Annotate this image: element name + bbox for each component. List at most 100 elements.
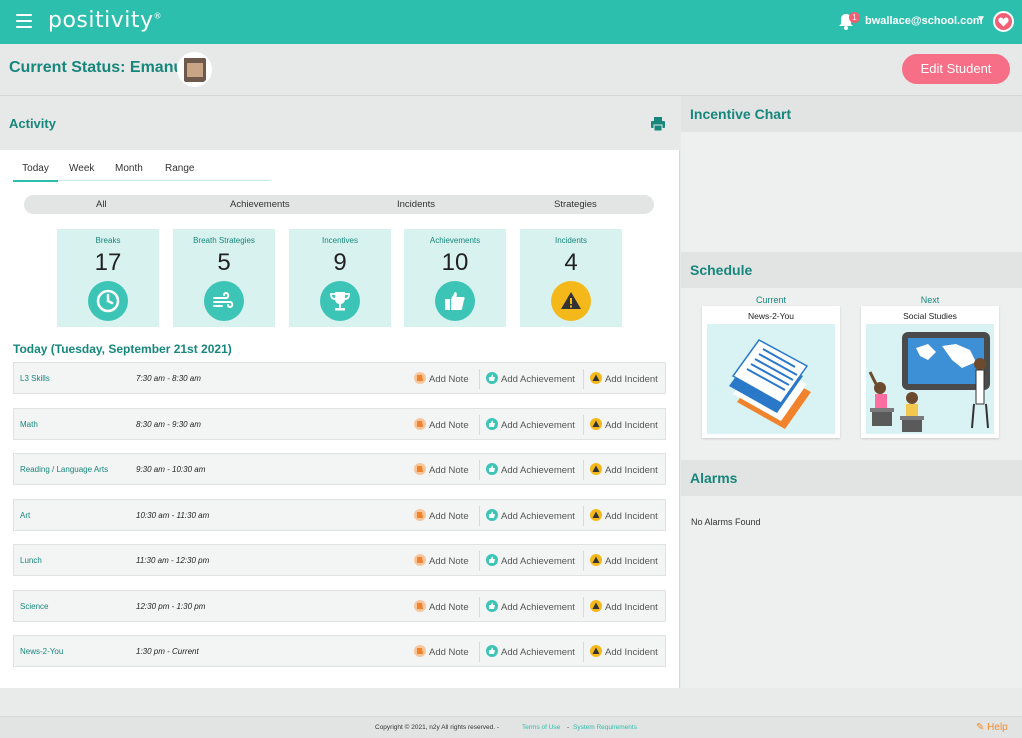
- add-incident-button[interactable]: Add Incident: [590, 599, 658, 614]
- add-note-label: Add Note: [429, 419, 469, 431]
- terms-link[interactable]: Terms of Use: [522, 724, 560, 731]
- schedule-row: L3 Skills 7:30 am - 8:30 am Add Note Add Ac…: [13, 362, 666, 394]
- student-avatar: [177, 52, 212, 87]
- stat-card-incidents[interactable]: Incidents 4: [520, 229, 622, 327]
- row-class-name[interactable]: Art: [20, 511, 30, 520]
- row-class-name[interactable]: Reading / Language Arts: [20, 465, 108, 474]
- add-note-button[interactable]: Add Note: [414, 463, 469, 477]
- stat-card-incentives[interactable]: Incentives 9: [289, 229, 391, 327]
- thumbs-up-icon: [486, 554, 498, 566]
- note-icon: [414, 599, 426, 612]
- schedule-row: Math 8:30 am - 9:30 am Add Note Add Achieve…: [13, 407, 666, 440]
- schedule-row: Science 12:30 pm - 1:30 pm Add Note Add Ach…: [13, 589, 666, 622]
- time-range-tabs: Today Week Month Range: [13, 158, 271, 182]
- warning-icon: [590, 599, 602, 612]
- add-incident-label: Add Incident: [605, 465, 658, 476]
- row-time: 9:30 am - 10:30 am: [136, 465, 206, 474]
- schedule-row: News-2-You 1:30 pm - Current Add Note Add A…: [13, 635, 666, 667]
- schedule-row: Lunch 11:30 am - 12:30 pm Add Note Add Achi…: [13, 544, 666, 576]
- menu-icon[interactable]: [16, 14, 32, 28]
- chevron-down-icon[interactable]: ▼: [976, 14, 986, 25]
- stat-label: Incidents: [554, 236, 588, 245]
- stat-value: 10: [441, 249, 469, 276]
- add-achievement-button[interactable]: Add Achievement: [486, 645, 575, 659]
- add-note-label: Add Note: [429, 647, 469, 658]
- add-incident-label: Add Incident: [605, 419, 658, 431]
- newspaper-icon: [707, 324, 835, 434]
- stat-value: 9: [333, 249, 347, 276]
- user-email[interactable]: bwallace@school.com: [865, 15, 983, 27]
- note-icon: [414, 463, 426, 475]
- top-bar: positivity® 1 bwallace@school.com ▼: [0, 0, 1022, 44]
- activity-panel: Activity Today Week Month Range All Achi…: [0, 96, 680, 688]
- tab-today[interactable]: Today: [13, 163, 58, 182]
- note-icon: [414, 645, 426, 657]
- filter-achievements[interactable]: Achievements: [230, 199, 290, 210]
- add-note-label: Add Note: [429, 601, 469, 613]
- print-icon[interactable]: [650, 116, 666, 132]
- row-class-name[interactable]: Math: [20, 420, 38, 429]
- row-class-name[interactable]: Lunch: [20, 556, 42, 565]
- stat-card-achievements[interactable]: Achievements 10: [404, 229, 506, 327]
- add-note-button[interactable]: Add Note: [414, 599, 469, 614]
- add-note-button[interactable]: Add Note: [414, 372, 469, 386]
- thumbs-up-icon: [486, 599, 498, 612]
- stat-card-breaks[interactable]: Breaks 17: [57, 229, 159, 327]
- logo-mark: ®: [153, 11, 163, 21]
- stat-label: Incentives: [321, 236, 359, 245]
- tab-month[interactable]: Month: [115, 163, 143, 174]
- filter-all[interactable]: All: [96, 199, 107, 210]
- notification-badge: 1: [849, 12, 860, 23]
- copyright: Copyright © 2021, n2y All rights reserve…: [375, 724, 500, 731]
- current-schedule-card[interactable]: News-2-You: [702, 306, 840, 438]
- note-icon: [414, 554, 426, 566]
- row-time: 1:30 pm - Current: [136, 647, 199, 656]
- row-class-name[interactable]: Science: [20, 602, 48, 611]
- stat-value: 5: [217, 249, 231, 276]
- add-achievement-button[interactable]: Add Achievement: [486, 463, 575, 477]
- add-incident-label: Add Incident: [605, 374, 658, 385]
- add-achievement-button[interactable]: Add Achievement: [486, 508, 575, 523]
- add-note-button[interactable]: Add Note: [414, 508, 469, 523]
- tab-range[interactable]: Range: [165, 163, 194, 174]
- thumbs-up-icon: [486, 645, 498, 657]
- add-note-button[interactable]: Add Note: [414, 645, 469, 659]
- warning-icon: [551, 281, 591, 321]
- note-icon: [414, 372, 426, 384]
- tab-week[interactable]: Week: [69, 163, 94, 174]
- add-incident-button[interactable]: Add Incident: [590, 463, 658, 477]
- trophy-icon: [320, 281, 360, 321]
- alarms-title: Alarms: [690, 470, 738, 486]
- add-incident-button[interactable]: Add Incident: [590, 417, 658, 432]
- next-schedule-card[interactable]: Social Studies: [861, 306, 999, 438]
- filter-strategies[interactable]: Strategies: [554, 199, 597, 210]
- add-achievement-button[interactable]: Add Achievement: [486, 372, 575, 386]
- note-icon: [414, 417, 426, 430]
- add-note-button[interactable]: Add Note: [414, 554, 469, 568]
- schedule-title: Schedule: [690, 262, 753, 278]
- incentive-chart-title: Incentive Chart: [690, 106, 792, 122]
- row-class-name[interactable]: News-2-You: [20, 647, 63, 656]
- add-achievement-label: Add Achievement: [501, 374, 575, 385]
- row-class-name[interactable]: L3 Skills: [20, 374, 50, 383]
- add-achievement-button[interactable]: Add Achievement: [486, 417, 575, 432]
- add-incident-button[interactable]: Add Incident: [590, 508, 658, 523]
- add-achievement-button[interactable]: Add Achievement: [486, 554, 575, 568]
- add-incident-label: Add Incident: [605, 556, 658, 567]
- system-requirements-link[interactable]: System Requirements: [573, 724, 637, 731]
- add-achievement-button[interactable]: Add Achievement: [486, 599, 575, 614]
- add-incident-button[interactable]: Add Incident: [590, 645, 658, 659]
- activity-title: Activity: [9, 116, 56, 131]
- warning-icon: [590, 508, 602, 521]
- add-incident-button[interactable]: Add Incident: [590, 554, 658, 568]
- help-button[interactable]: ✎ Help: [976, 722, 1008, 733]
- stat-card-breath-strategies[interactable]: Breath Strategies 5: [173, 229, 275, 327]
- positivity-logo[interactable]: positivity®: [48, 8, 162, 33]
- alarms-header: Alarms: [681, 460, 1022, 496]
- right-panel: Incentive Chart Schedule Current Next Ne…: [681, 96, 1022, 688]
- user-avatar[interactable]: [993, 11, 1014, 32]
- edit-student-button[interactable]: Edit Student: [902, 54, 1010, 84]
- add-incident-button[interactable]: Add Incident: [590, 372, 658, 386]
- filter-incidents[interactable]: Incidents: [397, 199, 435, 210]
- add-note-button[interactable]: Add Note: [414, 417, 469, 432]
